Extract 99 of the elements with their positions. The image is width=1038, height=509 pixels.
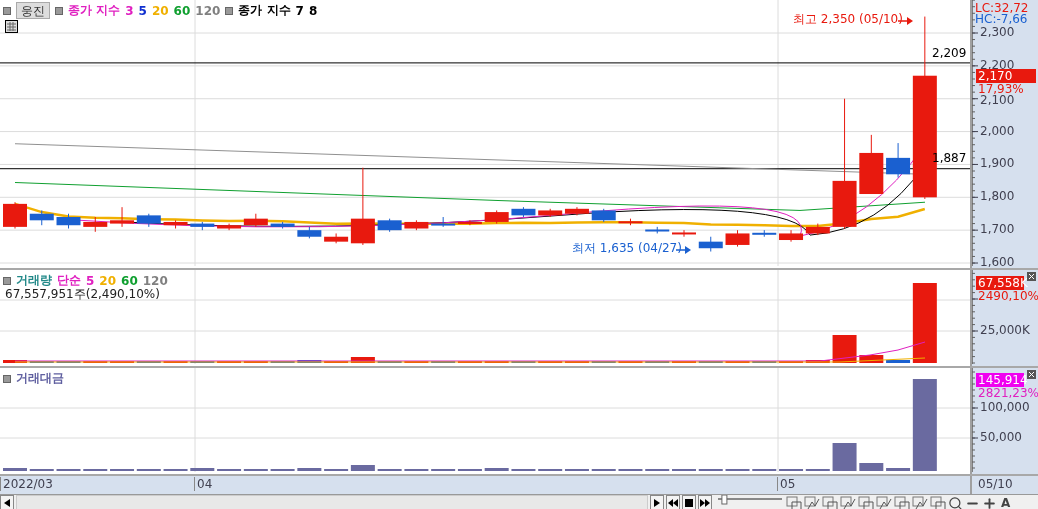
candlestick (56, 213, 81, 229)
date-label: 05 (777, 477, 796, 491)
legend-label: 120 (142, 273, 168, 288)
candlestick (752, 229, 777, 238)
axis-tick-label: 1,700 (980, 222, 1015, 237)
scroll-left-button[interactable] (0, 495, 14, 509)
chart-tool-icon[interactable] (876, 495, 892, 509)
volume-total-label: 67,557,951주(2,490,10%) (5, 286, 160, 303)
slider-thumb[interactable] (721, 495, 728, 505)
change-rate-label: 2821,23% (978, 386, 1038, 400)
legend-label: 거래량 (16, 272, 52, 288)
volume-bar (859, 355, 884, 363)
chart-tool-icon[interactable] (786, 495, 802, 509)
candlestick (297, 226, 322, 239)
stock-name-button[interactable]: 웅진 (16, 2, 50, 19)
legend-label: 거래대금 (16, 370, 64, 387)
line-price-label: 2,209 (932, 45, 967, 60)
date-label: 04 (194, 477, 213, 491)
date-label: 2022/03 (0, 477, 53, 491)
fast-forward-button[interactable] (698, 495, 712, 509)
chart-tool-icon[interactable] (912, 495, 928, 509)
candlestick (404, 219, 429, 231)
legend-label: 5 (138, 3, 147, 18)
axis-tick-label: 50,000 (980, 430, 1022, 444)
candlestick (672, 229, 696, 238)
play-button[interactable] (650, 495, 664, 509)
chart-tool-icon[interactable] (804, 495, 820, 509)
trading-value-bar (297, 468, 322, 471)
axis-tick-label: 1,900 (980, 156, 1015, 171)
candlestick (29, 209, 54, 226)
rewind-icon (668, 499, 678, 507)
legend-label: 단순 (57, 272, 81, 288)
candlestick (618, 218, 643, 226)
change-rate-label: 2490,10% (978, 289, 1038, 303)
stop-icon (685, 499, 693, 507)
triangle-left-icon (4, 499, 10, 507)
candlestick (725, 229, 750, 248)
legend-label: 종가 지수 (238, 2, 291, 19)
axis-tick-label: 100,000 (980, 400, 1030, 414)
stop-button[interactable] (682, 495, 696, 509)
candlestick (377, 218, 402, 233)
candlestick (698, 236, 723, 252)
axis-tick-label: 1,800 (980, 189, 1015, 204)
legend-marker (3, 6, 11, 15)
fast-forward-icon (700, 499, 710, 507)
legend-marker (55, 6, 63, 15)
candlestick (805, 223, 830, 236)
candlestick (83, 216, 108, 233)
trading-value-bar (3, 468, 27, 471)
legend-label: 120 (195, 3, 221, 18)
candlestick (511, 206, 536, 218)
candlestick (270, 221, 295, 229)
low-price-label: 최저 1,635 (04/27) (572, 240, 682, 257)
font-button[interactable]: A (999, 496, 1013, 509)
candlestick (779, 229, 804, 243)
legend-label: 60 (121, 273, 138, 288)
legend-marker (225, 6, 234, 15)
axis-tick-label: 1,600 (980, 255, 1015, 269)
legend-label: 7 (295, 3, 304, 18)
chart-tool-icon[interactable] (822, 495, 838, 509)
trading-value-bar (859, 463, 884, 471)
rewind-button[interactable] (666, 495, 680, 509)
axis-tick-label: 25,000K (980, 323, 1030, 337)
close-icon[interactable] (1027, 272, 1036, 281)
lc-label: LC:32,72 (975, 1, 1029, 15)
axis-tick-label: 2,000 (980, 123, 1015, 138)
search-icon[interactable] (948, 495, 963, 509)
candlestick (859, 134, 884, 195)
legend-label: 종가 지수 (68, 2, 121, 19)
candlestick (591, 208, 616, 223)
trading-value-bar (832, 443, 857, 471)
axis-tick-label: 2,300 (980, 25, 1015, 39)
candlestick (564, 206, 589, 216)
legend-label: 20 (151, 3, 169, 18)
close-icon[interactable] (1027, 370, 1036, 379)
candlestick (538, 208, 563, 218)
high-price-label: 최고 2,350 (05/10) (793, 11, 903, 28)
legend-label: 8 (308, 3, 318, 18)
play-icon (654, 499, 660, 507)
trading-value-bar (484, 468, 509, 471)
chart-tool-icon[interactable] (840, 495, 856, 509)
legend-label: 60 (173, 3, 191, 18)
trading-value-bar (190, 468, 215, 471)
zoom-in-icon[interactable] (982, 495, 997, 509)
current-price-tag: 2,170 (976, 68, 1036, 83)
chart-tool-icon[interactable] (894, 495, 910, 509)
date-label: 05/10 (977, 476, 1014, 493)
legend-marker (3, 374, 11, 383)
legend-label: 3 (125, 3, 134, 18)
legend-marker (3, 276, 11, 285)
candlestick (645, 226, 670, 234)
candlestick (3, 201, 27, 229)
legend-label: 5 (86, 273, 95, 288)
candlestick (484, 209, 509, 225)
candlestick (190, 221, 215, 231)
candlestick (163, 219, 188, 229)
legend-label: 20 (99, 273, 117, 288)
chart-tool-icon[interactable] (858, 495, 874, 509)
hc-label: HC:-7,66 (975, 12, 1028, 26)
